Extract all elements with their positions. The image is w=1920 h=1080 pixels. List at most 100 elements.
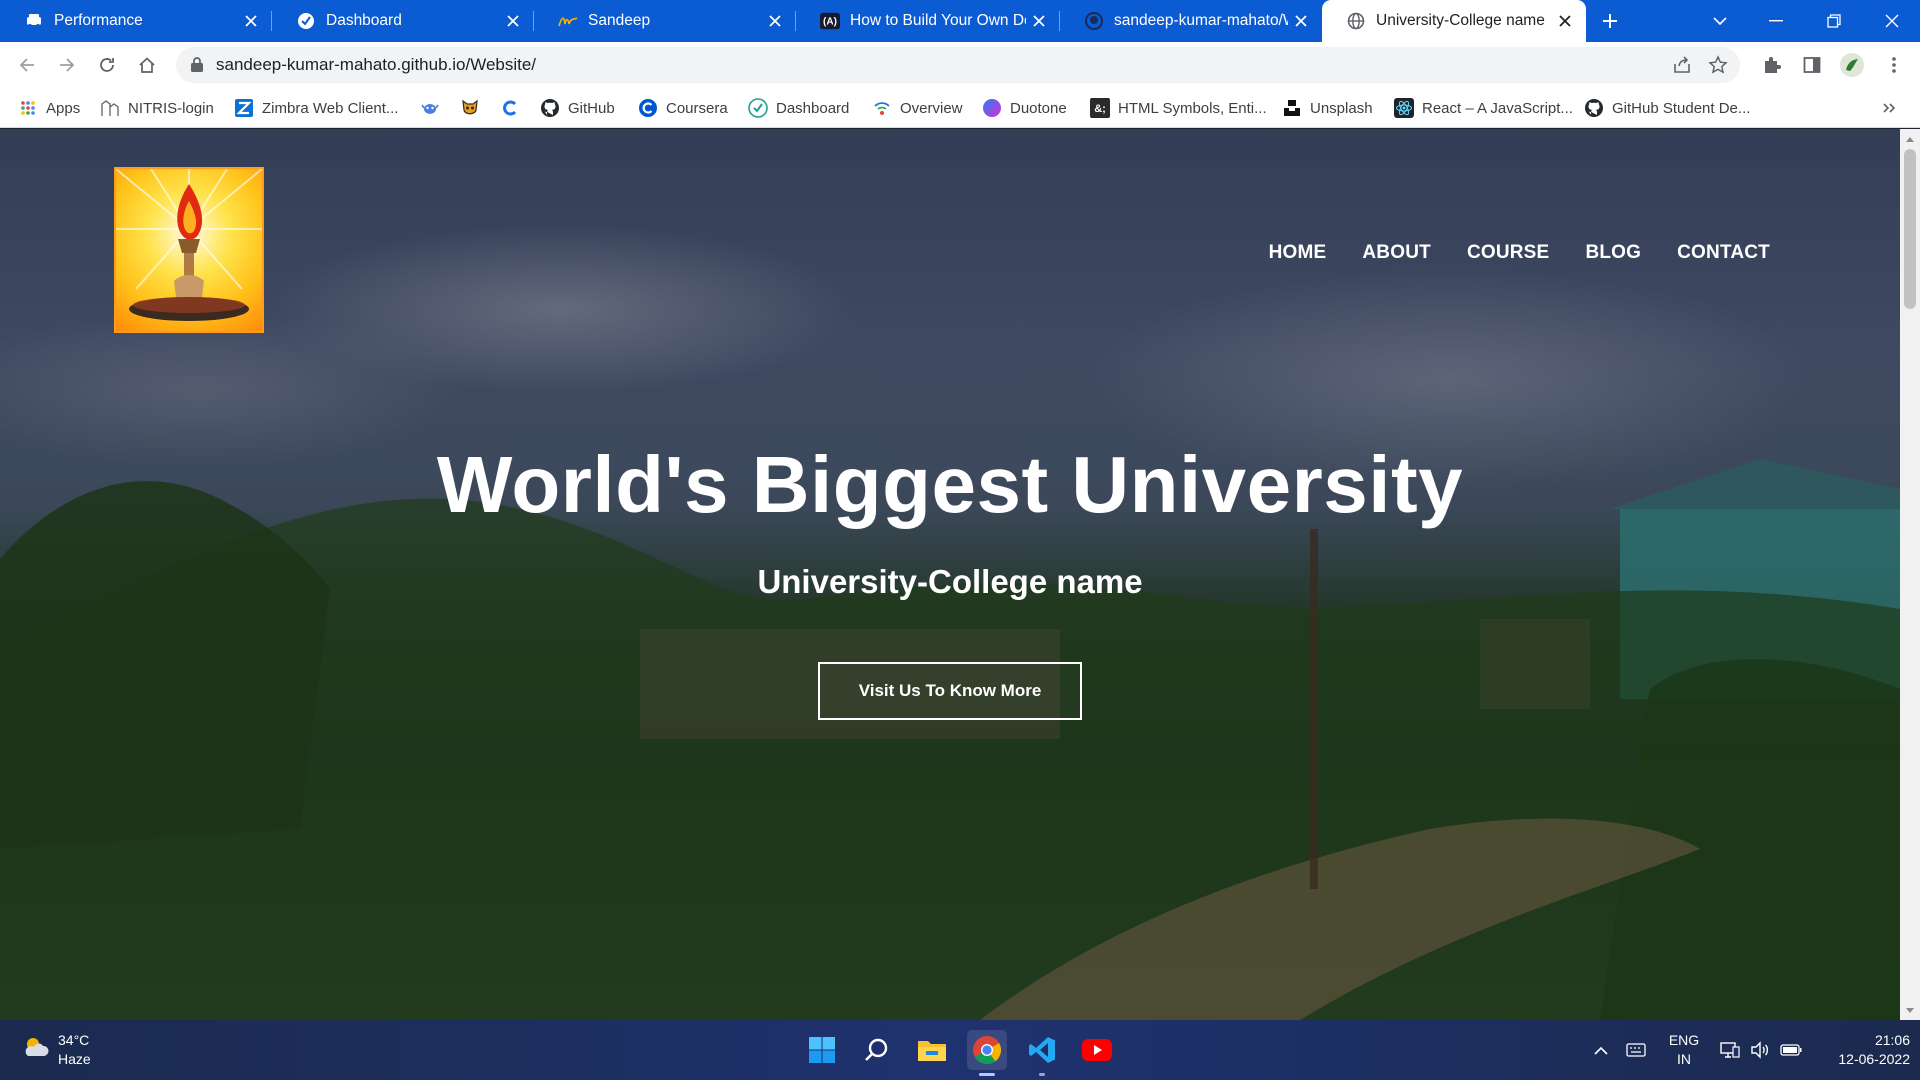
battery-button[interactable]	[1778, 1038, 1804, 1062]
language-indicator[interactable]: ENG IN	[1666, 1031, 1702, 1069]
side-panel-button[interactable]	[1798, 51, 1826, 79]
chrome-button[interactable]	[967, 1030, 1007, 1076]
tab-title: Sandeep	[588, 12, 651, 29]
crab-icon	[420, 98, 440, 118]
hero-section: HOME ABOUT COURSE BLOG CONTACT World's B…	[0, 129, 1900, 1020]
bookmark-html-symbols[interactable]: &; HTML Symbols, Enti...	[1090, 96, 1267, 120]
bookmarks-overflow-button[interactable]	[1882, 96, 1896, 120]
university-logo[interactable]	[114, 167, 264, 333]
bookmark-crab[interactable]	[420, 96, 448, 120]
chrome-icon	[973, 1036, 1002, 1065]
hero-title: World's Biggest University	[436, 440, 1464, 529]
clock-time: 21:06	[1874, 1032, 1910, 1048]
search-button[interactable]	[857, 1030, 897, 1070]
scroll-up-icon[interactable]	[1904, 133, 1916, 145]
weather-widget[interactable]: 34°C Haze	[58, 1031, 91, 1069]
nav-home[interactable]: HOME	[1269, 242, 1327, 264]
close-icon[interactable]	[238, 8, 264, 34]
apps-grid-icon	[18, 98, 38, 118]
tab-github-repo[interactable]: sandeep-kumar-mahato/W	[1060, 0, 1322, 42]
kebab-menu-icon	[1892, 57, 1896, 73]
clock[interactable]: 21:06 12-06-2022	[1812, 1031, 1910, 1069]
home-button[interactable]	[133, 51, 161, 79]
tab-title: Performance	[54, 12, 143, 29]
close-window-button[interactable]	[1864, 0, 1920, 42]
scroll-down-icon[interactable]	[1904, 1004, 1916, 1016]
youtube-icon	[1082, 1039, 1112, 1061]
avatar	[1840, 53, 1864, 77]
vscode-button[interactable]	[1022, 1030, 1062, 1076]
start-button[interactable]	[802, 1030, 842, 1070]
close-icon[interactable]	[1026, 8, 1052, 34]
network-button[interactable]	[1718, 1038, 1742, 1062]
language-line1: ENG	[1668, 1032, 1700, 1048]
file-explorer-button[interactable]	[912, 1030, 952, 1070]
network-icon	[1720, 1042, 1740, 1058]
show-hidden-icons-button[interactable]	[1590, 1038, 1612, 1062]
main-nav: HOME ABOUT COURSE BLOG CONTACT	[1269, 242, 1770, 264]
svg-text:&;: &;	[1094, 103, 1106, 115]
keyboard-button[interactable]	[1624, 1038, 1648, 1062]
nav-contact[interactable]: CONTACT	[1677, 242, 1770, 264]
nav-about[interactable]: ABOUT	[1362, 242, 1431, 264]
bookmark-coursera[interactable]: Coursera	[638, 96, 728, 120]
bookmark-duotone[interactable]: Duotone	[982, 96, 1067, 120]
home-icon	[139, 57, 155, 73]
tab-search-button[interactable]	[1692, 0, 1748, 42]
weather-icon[interactable]	[22, 1034, 50, 1065]
bookmark-mask[interactable]	[460, 96, 488, 120]
bookmark-apps[interactable]: Apps	[18, 96, 80, 120]
close-icon[interactable]	[500, 8, 526, 34]
tab-title: Dashboard	[326, 12, 402, 29]
youtube-button[interactable]	[1077, 1030, 1117, 1070]
restore-button[interactable]	[1806, 0, 1862, 42]
tab-university[interactable]: University-College name	[1322, 0, 1586, 42]
page-scrollbar[interactable]	[1900, 129, 1920, 1020]
react-icon	[1394, 98, 1414, 118]
url-text[interactable]: sandeep-kumar-mahato.github.io/Website/	[216, 47, 536, 83]
star-icon[interactable]	[1708, 55, 1728, 80]
forward-button[interactable]	[53, 51, 81, 79]
close-icon[interactable]	[1288, 8, 1314, 34]
bookmark-dashboard[interactable]: Dashboard	[748, 96, 849, 120]
tab-dev-article[interactable]: (A) How to Build Your Own Dev	[796, 0, 1060, 42]
volume-button[interactable]	[1748, 1038, 1772, 1062]
scroll-thumb[interactable]	[1904, 149, 1916, 309]
close-icon[interactable]	[762, 8, 788, 34]
torch-logo-icon	[116, 169, 262, 321]
bookmark-github[interactable]: GitHub	[540, 96, 615, 120]
bookmark-overview[interactable]: Overview	[872, 96, 963, 120]
bookmark-react[interactable]: React – A JavaScript...	[1394, 96, 1573, 120]
share-icon[interactable]	[1672, 55, 1692, 80]
nitris-icon	[100, 98, 120, 118]
minimize-button[interactable]	[1748, 0, 1804, 42]
nav-blog[interactable]: BLOG	[1585, 242, 1641, 264]
reload-button[interactable]	[93, 51, 121, 79]
profile-button[interactable]	[1838, 51, 1866, 79]
bookmark-zimbra[interactable]: Zimbra Web Client...	[234, 96, 398, 120]
bookmark-github-student[interactable]: GitHub Student De...	[1584, 96, 1750, 120]
bookmark-nitris[interactable]: NITRIS-login	[100, 96, 214, 120]
duotone-icon	[982, 98, 1002, 118]
visit-us-button[interactable]: Visit Us To Know More	[818, 662, 1082, 720]
windows-icon	[809, 1037, 835, 1063]
bookmark-unsplash[interactable]: Unsplash	[1282, 96, 1373, 120]
new-tab-button[interactable]	[1596, 7, 1624, 35]
address-bar[interactable]: sandeep-kumar-mahato.github.io/Website/	[176, 47, 1740, 83]
back-button[interactable]	[13, 51, 41, 79]
tab-performance[interactable]: Performance	[0, 0, 272, 42]
bookmark-label: Duotone	[1010, 99, 1067, 117]
tab-title: How to Build Your Own Dev	[850, 12, 1026, 29]
extensions-button[interactable]	[1758, 51, 1786, 79]
bookmark-codechef[interactable]	[500, 96, 528, 120]
tab-sandeep[interactable]: Sandeep	[534, 0, 796, 42]
nav-course[interactable]: COURSE	[1467, 242, 1550, 264]
bookmark-label: GitHub	[568, 99, 615, 117]
netlify-icon	[748, 98, 768, 118]
menu-button[interactable]	[1880, 51, 1908, 79]
close-icon[interactable]	[1552, 8, 1578, 34]
tab-dashboard[interactable]: Dashboard	[272, 0, 534, 42]
mask-icon	[460, 98, 480, 118]
clock-date: 12-06-2022	[1838, 1051, 1910, 1067]
hero-subtitle: University-College name	[757, 563, 1143, 600]
